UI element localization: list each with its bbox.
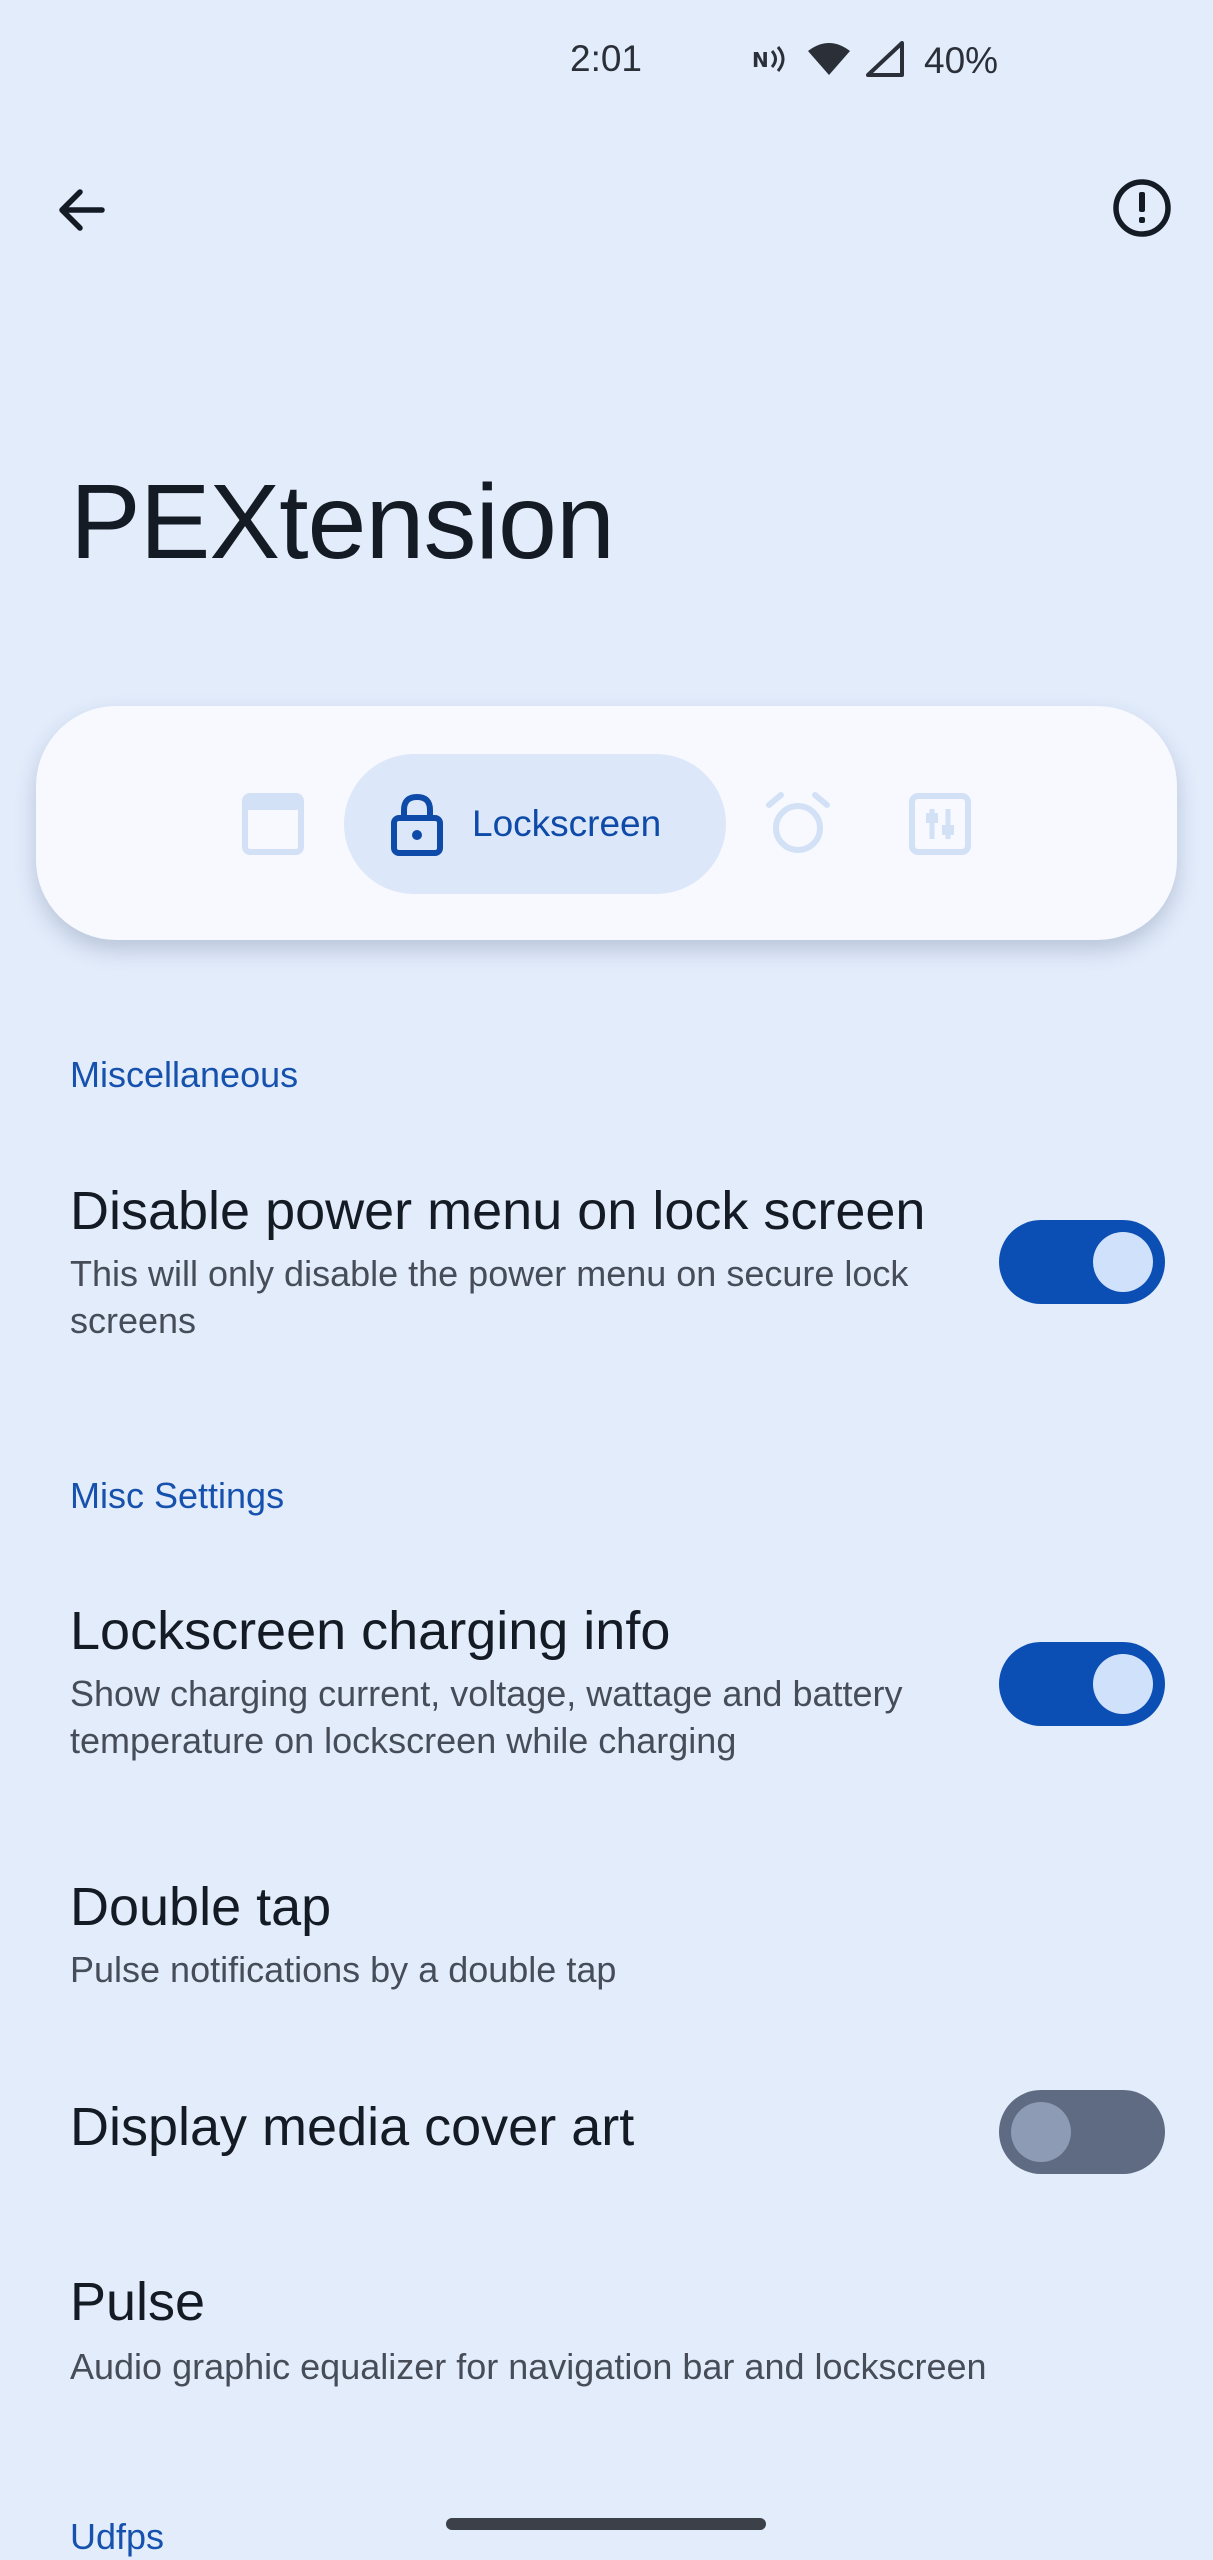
battery-percent: 40%	[924, 40, 999, 81]
pref-summary: Audio graphic equalizer for navigation b…	[70, 2346, 987, 2387]
tab-lockscreen-label: Lockscreen	[472, 803, 662, 844]
pref-title: Pulse	[70, 2272, 206, 2332]
cellular-signal-icon	[866, 40, 904, 82]
pref-title: Display media cover art	[70, 2097, 635, 2157]
pref-title: Lockscreen charging info	[70, 1601, 671, 1661]
tune-icon	[909, 793, 971, 855]
back-button[interactable]	[42, 170, 122, 250]
info-outline-icon	[1113, 179, 1171, 237]
about-button[interactable]	[1102, 168, 1182, 248]
category-tab-bar: Lockscreen	[36, 706, 1177, 940]
status-icons: N 40%	[752, 40, 998, 82]
tab-tuning[interactable]	[900, 784, 980, 864]
nfc-icon: N	[752, 43, 792, 80]
toggle-knob	[1093, 1232, 1153, 1292]
lock-icon	[382, 789, 452, 859]
pref-lockscreen-charging-info[interactable]: Lockscreen charging info Show charging c…	[0, 1580, 1213, 1780]
tab-statusbar[interactable]	[233, 784, 313, 864]
arrow-back-icon	[59, 189, 105, 231]
power-menu-toggle[interactable]	[999, 1220, 1165, 1304]
pref-title: Disable power menu on lock screen	[70, 1181, 926, 1241]
pref-double-tap[interactable]: Double tap Pulse notifications by a doub…	[0, 1858, 1213, 2008]
pref-display-media-cover-art[interactable]: Display media cover art	[0, 2080, 1213, 2180]
status-time: 2:01	[570, 38, 643, 79]
wifi-icon	[806, 41, 852, 82]
page-title: PEXtension	[70, 463, 615, 581]
pref-pulse[interactable]: Pulse Audio graphic equalizer for naviga…	[0, 2255, 1213, 2405]
pref-summary: This will only disable the power menu on…	[70, 1253, 909, 1341]
section-header-miscellaneous: Miscellaneous	[70, 1054, 299, 1095]
cover-art-toggle[interactable]	[999, 2090, 1165, 2174]
pref-summary: Show charging current, voltage, wattage …	[70, 1673, 903, 1761]
window-icon	[242, 793, 304, 855]
section-header-misc-settings: Misc Settings	[70, 1475, 285, 1516]
section-header-udfps: Udfps	[70, 2516, 165, 2557]
pref-disable-power-menu[interactable]: Disable power menu on lock screen This w…	[0, 1160, 1213, 1360]
svg-text:N: N	[752, 48, 769, 72]
charging-info-toggle[interactable]	[999, 1642, 1165, 1726]
toggle-knob	[1093, 1654, 1153, 1714]
pref-title: Double tap	[70, 1877, 332, 1937]
alarm-icon	[766, 792, 830, 853]
toggle-knob	[1011, 2102, 1071, 2162]
pref-summary: Pulse notifications by a double tap	[70, 1949, 617, 1990]
tab-lockscreen[interactable]: Lockscreen	[344, 754, 726, 894]
tab-alarm[interactable]	[758, 784, 838, 864]
home-gesture-handle[interactable]	[446, 2518, 766, 2530]
